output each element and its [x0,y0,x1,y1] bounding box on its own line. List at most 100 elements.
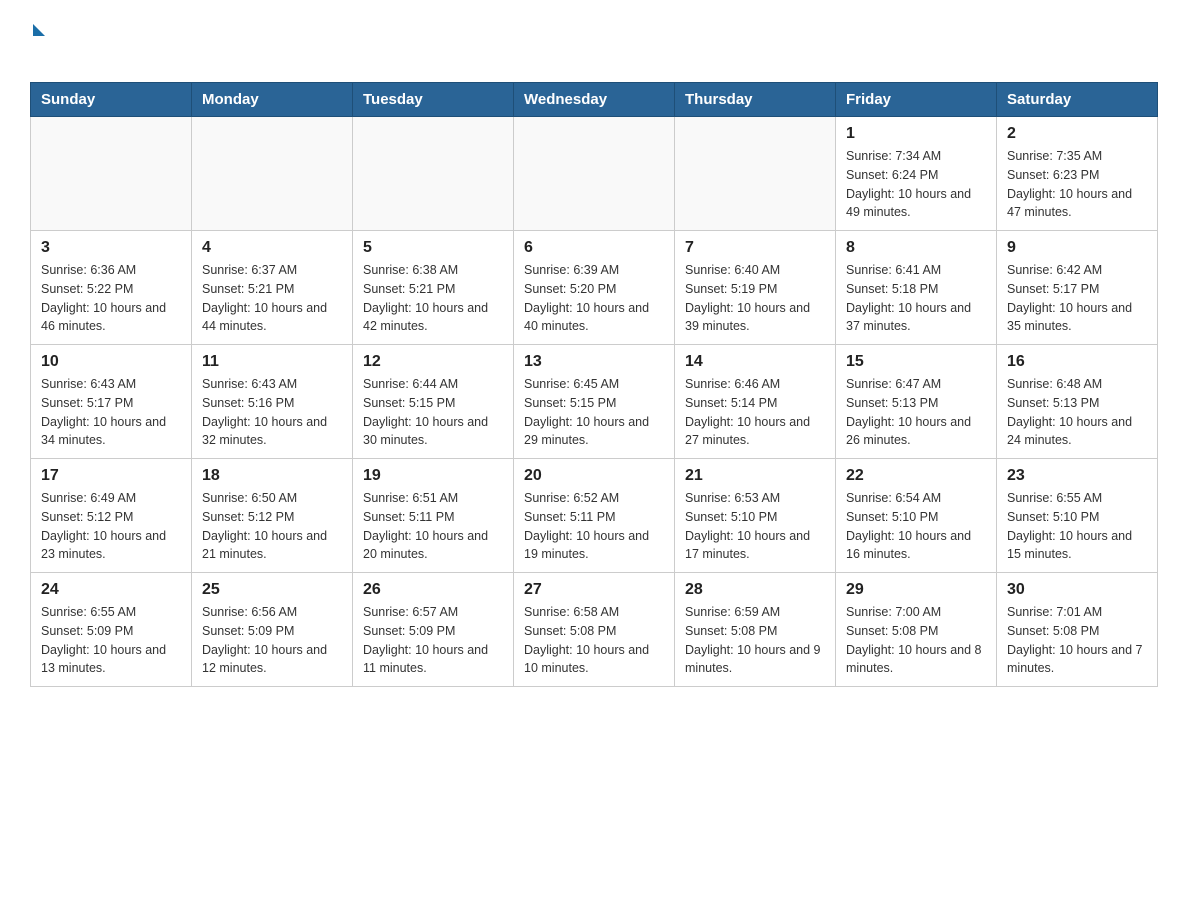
day-number: 5 [363,239,503,257]
day-info: Sunrise: 6:50 AMSunset: 5:12 PMDaylight:… [202,489,342,564]
day-number: 2 [1007,125,1147,143]
day-cell: 22 Sunrise: 6:54 AMSunset: 5:10 PMDayligh… [836,459,997,573]
day-number: 28 [685,581,825,599]
day-info: Sunrise: 6:48 AMSunset: 5:13 PMDaylight:… [1007,375,1147,450]
day-cell: 5 Sunrise: 6:38 AMSunset: 5:21 PMDaylight… [353,231,514,345]
day-cell: 8 Sunrise: 6:41 AMSunset: 5:18 PMDaylight… [836,231,997,345]
calendar-body: 1Sunrise: 7:34 AMSunset: 6:24 PMDaylight… [31,117,1158,687]
day-cell: 13 Sunrise: 6:45 AMSunset: 5:15 PMDayligh… [514,345,675,459]
day-info: Sunrise: 7:01 AMSunset: 5:08 PMDaylight:… [1007,603,1147,678]
day-number: 9 [1007,239,1147,257]
day-info: Sunrise: 6:45 AMSunset: 5:15 PMDaylight:… [524,375,664,450]
day-number: 29 [846,581,986,599]
day-number: 30 [1007,581,1147,599]
day-number: 18 [202,467,342,485]
day-info: Sunrise: 6:37 AMSunset: 5:21 PMDaylight:… [202,261,342,336]
day-cell: 14 Sunrise: 6:46 AMSunset: 5:14 PMDayligh… [675,345,836,459]
day-cell: 26 Sunrise: 6:57 AMSunset: 5:09 PMDayligh… [353,573,514,687]
day-cell: 6 Sunrise: 6:39 AMSunset: 5:20 PMDaylight… [514,231,675,345]
day-info: Sunrise: 6:53 AMSunset: 5:10 PMDaylight:… [685,489,825,564]
day-cell: 2 Sunrise: 7:35 AMSunset: 6:23 PMDaylight… [997,117,1158,231]
day-number: 3 [41,239,181,257]
day-number: 14 [685,353,825,371]
day-cell: 11Sunrise: 6:43 AMSunset: 5:16 PMDayligh… [192,345,353,459]
day-number: 11 [202,353,342,371]
day-number: 8 [846,239,986,257]
day-cell [675,117,836,231]
day-info: Sunrise: 6:54 AMSunset: 5:10 PMDaylight:… [846,489,986,564]
day-info: Sunrise: 6:36 AMSunset: 5:22 PMDaylight:… [41,261,181,336]
header-day-friday: Friday [836,83,997,117]
week-row-1: 3 Sunrise: 6:36 AMSunset: 5:22 PMDaylight… [31,231,1158,345]
day-number: 25 [202,581,342,599]
day-info: Sunrise: 6:49 AMSunset: 5:12 PMDaylight:… [41,489,181,564]
day-info: Sunrise: 6:47 AMSunset: 5:13 PMDaylight:… [846,375,986,450]
day-number: 27 [524,581,664,599]
day-cell: 17 Sunrise: 6:49 AMSunset: 5:12 PMDayligh… [31,459,192,573]
header-day-wednesday: Wednesday [514,83,675,117]
day-info: Sunrise: 6:43 AMSunset: 5:17 PMDaylight:… [41,375,181,450]
day-info: Sunrise: 6:40 AMSunset: 5:19 PMDaylight:… [685,261,825,336]
day-info: Sunrise: 6:58 AMSunset: 5:08 PMDaylight:… [524,603,664,678]
day-number: 7 [685,239,825,257]
header [30,20,1158,62]
day-info: Sunrise: 6:55 AMSunset: 5:09 PMDaylight:… [41,603,181,678]
day-cell: 15Sunrise: 6:47 AMSunset: 5:13 PMDayligh… [836,345,997,459]
day-number: 13 [524,353,664,371]
day-number: 19 [363,467,503,485]
day-number: 6 [524,239,664,257]
day-info: Sunrise: 6:44 AMSunset: 5:15 PMDaylight:… [363,375,503,450]
day-info: Sunrise: 6:52 AMSunset: 5:11 PMDaylight:… [524,489,664,564]
day-info: Sunrise: 6:57 AMSunset: 5:09 PMDaylight:… [363,603,503,678]
day-cell [353,117,514,231]
day-number: 16 [1007,353,1147,371]
day-cell: 1Sunrise: 7:34 AMSunset: 6:24 PMDaylight… [836,117,997,231]
day-cell: 23 Sunrise: 6:55 AMSunset: 5:10 PMDayligh… [997,459,1158,573]
day-cell: 16 Sunrise: 6:48 AMSunset: 5:13 PMDayligh… [997,345,1158,459]
day-cell: 19 Sunrise: 6:51 AMSunset: 5:11 PMDayligh… [353,459,514,573]
day-info: Sunrise: 6:38 AMSunset: 5:21 PMDaylight:… [363,261,503,336]
header-day-thursday: Thursday [675,83,836,117]
day-cell: 3 Sunrise: 6:36 AMSunset: 5:22 PMDaylight… [31,231,192,345]
day-number: 22 [846,467,986,485]
header-day-tuesday: Tuesday [353,83,514,117]
week-row-0: 1Sunrise: 7:34 AMSunset: 6:24 PMDaylight… [31,117,1158,231]
day-info: Sunrise: 6:51 AMSunset: 5:11 PMDaylight:… [363,489,503,564]
day-cell [192,117,353,231]
day-info: Sunrise: 6:59 AMSunset: 5:08 PMDaylight:… [685,603,825,678]
week-row-2: 10Sunrise: 6:43 AMSunset: 5:17 PMDayligh… [31,345,1158,459]
day-cell: 24Sunrise: 6:55 AMSunset: 5:09 PMDayligh… [31,573,192,687]
day-number: 12 [363,353,503,371]
day-info: Sunrise: 6:56 AMSunset: 5:09 PMDaylight:… [202,603,342,678]
header-day-monday: Monday [192,83,353,117]
logo [30,20,45,62]
day-info: Sunrise: 7:34 AMSunset: 6:24 PMDaylight:… [846,147,986,222]
day-cell: 10Sunrise: 6:43 AMSunset: 5:17 PMDayligh… [31,345,192,459]
day-cell: 9Sunrise: 6:42 AMSunset: 5:17 PMDaylight… [997,231,1158,345]
day-number: 23 [1007,467,1147,485]
calendar-header: SundayMondayTuesdayWednesdayThursdayFrid… [31,83,1158,117]
day-cell: 27 Sunrise: 6:58 AMSunset: 5:08 PMDayligh… [514,573,675,687]
day-number: 4 [202,239,342,257]
day-cell: 29Sunrise: 7:00 AMSunset: 5:08 PMDayligh… [836,573,997,687]
header-row: SundayMondayTuesdayWednesdayThursdayFrid… [31,83,1158,117]
logo-triangle-icon [33,24,45,36]
day-cell: 18 Sunrise: 6:50 AMSunset: 5:12 PMDayligh… [192,459,353,573]
day-cell: 25 Sunrise: 6:56 AMSunset: 5:09 PMDayligh… [192,573,353,687]
day-info: Sunrise: 6:39 AMSunset: 5:20 PMDaylight:… [524,261,664,336]
day-number: 17 [41,467,181,485]
day-number: 21 [685,467,825,485]
day-info: Sunrise: 6:55 AMSunset: 5:10 PMDaylight:… [1007,489,1147,564]
calendar-table: SundayMondayTuesdayWednesdayThursdayFrid… [30,82,1158,687]
day-cell: 30 Sunrise: 7:01 AMSunset: 5:08 PMDayligh… [997,573,1158,687]
header-day-saturday: Saturday [997,83,1158,117]
day-cell: 7 Sunrise: 6:40 AMSunset: 5:19 PMDaylight… [675,231,836,345]
day-cell: 21 Sunrise: 6:53 AMSunset: 5:10 PMDayligh… [675,459,836,573]
day-number: 26 [363,581,503,599]
day-info: Sunrise: 7:35 AMSunset: 6:23 PMDaylight:… [1007,147,1147,222]
day-info: Sunrise: 6:46 AMSunset: 5:14 PMDaylight:… [685,375,825,450]
day-cell [514,117,675,231]
day-cell [31,117,192,231]
week-row-4: 24Sunrise: 6:55 AMSunset: 5:09 PMDayligh… [31,573,1158,687]
day-info: Sunrise: 6:41 AMSunset: 5:18 PMDaylight:… [846,261,986,336]
